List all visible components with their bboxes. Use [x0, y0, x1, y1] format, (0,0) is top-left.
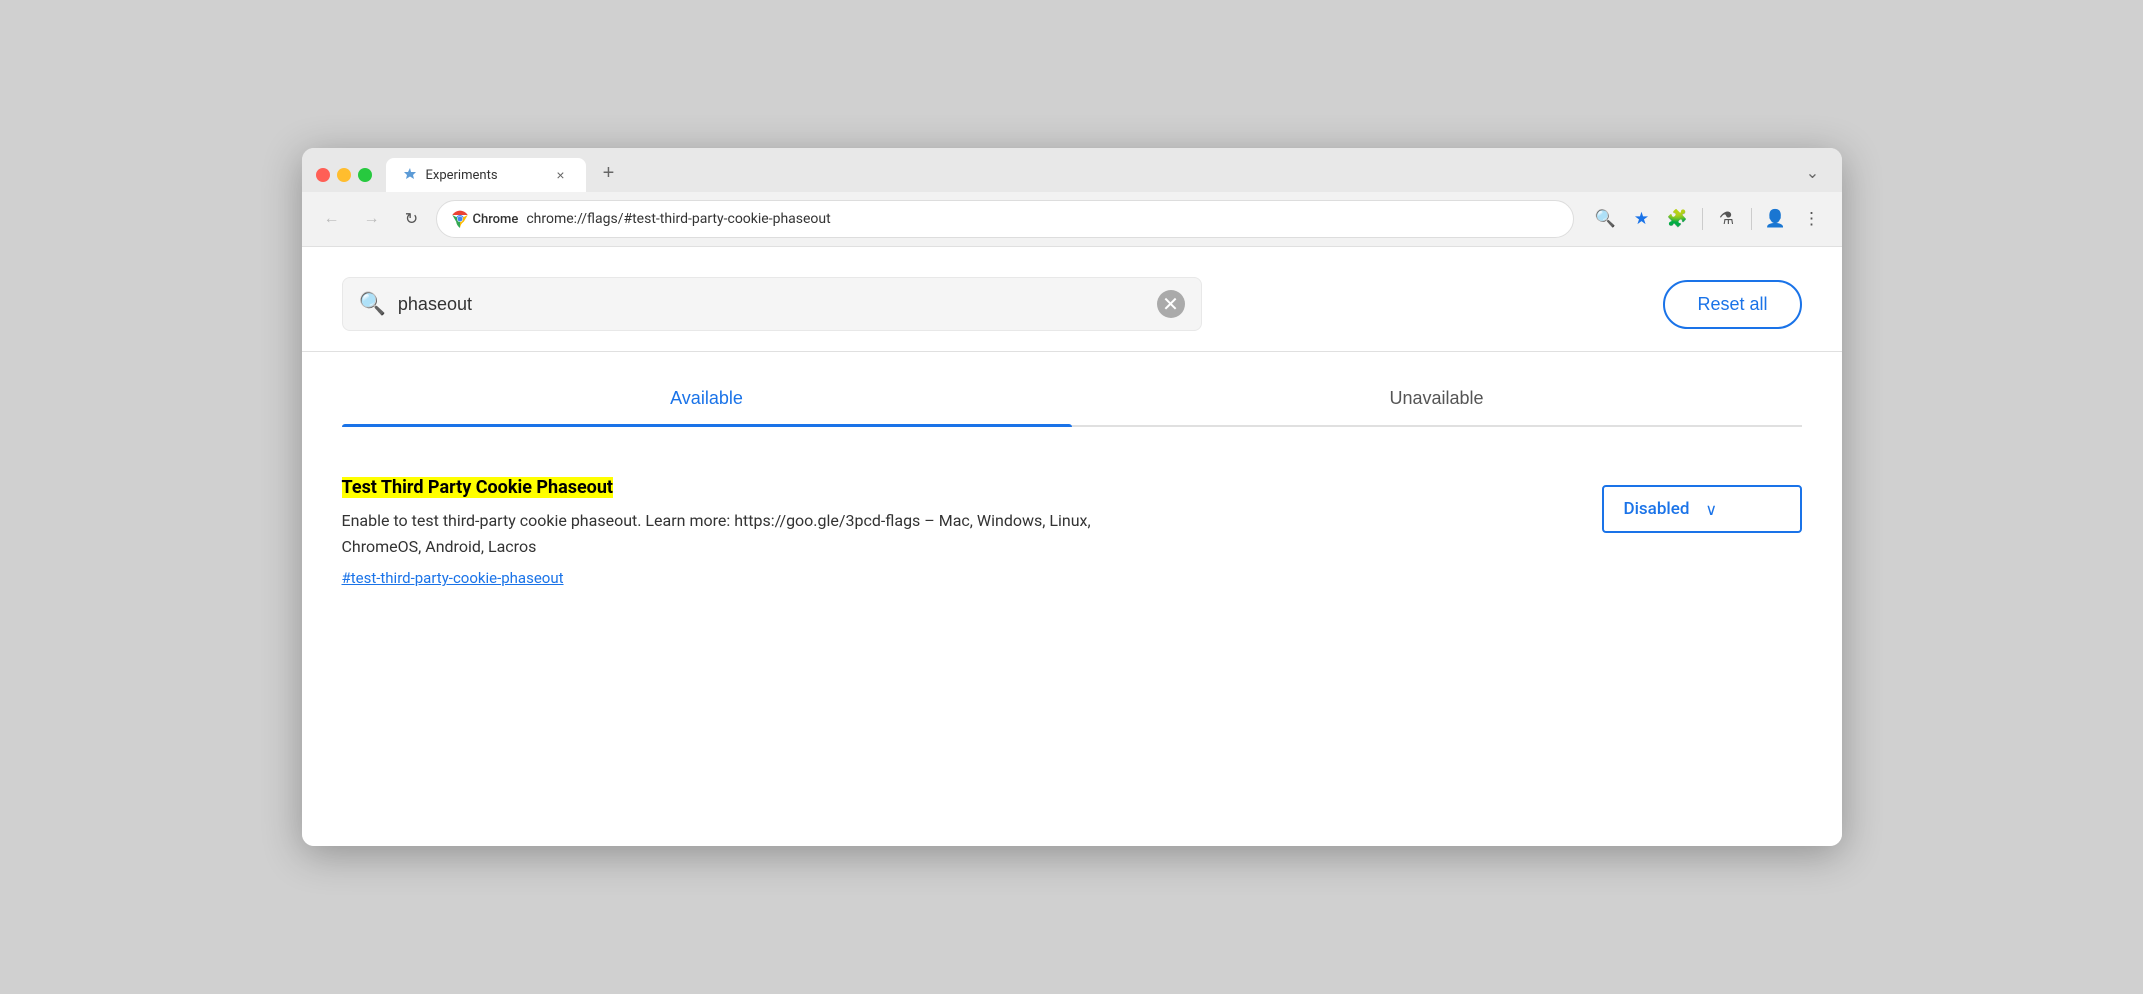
- clear-icon: ✕: [1162, 292, 1179, 317]
- content-area: 🔍 ✕ Reset all Available Unavailable: [302, 246, 1842, 846]
- flag-control: Disabled ∨: [1602, 485, 1802, 533]
- tab-available-label: Available: [670, 388, 743, 408]
- tab-overflow-button[interactable]: ⌄: [1798, 158, 1828, 188]
- refresh-icon: ↻: [405, 209, 418, 229]
- flag-anchor-link[interactable]: #test-third-party-cookie-phaseout: [342, 569, 1572, 587]
- chrome-badge: Chrome: [451, 210, 519, 228]
- tab-close-button[interactable]: ×: [552, 166, 570, 184]
- extensions-button[interactable]: 🧩: [1662, 203, 1694, 235]
- forward-icon: →: [364, 210, 380, 228]
- flag-item: Test Third Party Cookie Phaseout Enable …: [342, 457, 1802, 607]
- reset-all-button[interactable]: Reset all: [1663, 280, 1801, 329]
- maximize-button[interactable]: [358, 168, 372, 182]
- flag-select-dropdown[interactable]: Disabled ∨: [1602, 485, 1802, 533]
- window-controls: [316, 168, 372, 192]
- forward-button[interactable]: →: [356, 203, 388, 235]
- title-bar: Experiments × + ⌄: [302, 148, 1842, 192]
- search-box: 🔍 ✕: [342, 277, 1202, 331]
- tab-available[interactable]: Available: [342, 372, 1072, 425]
- chrome-logo-icon: [451, 210, 469, 228]
- zoom-icon: 🔍: [1595, 209, 1616, 229]
- minimize-button[interactable]: [337, 168, 351, 182]
- flag-info: Test Third Party Cookie Phaseout Enable …: [342, 477, 1572, 587]
- extensions-icon: 🧩: [1667, 209, 1688, 229]
- close-button[interactable]: [316, 168, 330, 182]
- search-icon: 🔍: [359, 292, 386, 317]
- reset-all-label: Reset all: [1697, 294, 1767, 314]
- separator: [1702, 208, 1703, 230]
- profile-button[interactable]: 👤: [1760, 203, 1792, 235]
- lab-icon: ⚗: [1719, 209, 1734, 229]
- star-icon: ★: [1634, 209, 1649, 229]
- tab-title: Experiments: [426, 168, 544, 183]
- tab-favicon-icon: [402, 167, 418, 183]
- profile-icon: 👤: [1765, 209, 1786, 229]
- tab-unavailable[interactable]: Unavailable: [1072, 372, 1802, 425]
- menu-icon: ⋮: [1803, 209, 1820, 229]
- lab-button[interactable]: ⚗: [1711, 203, 1743, 235]
- active-tab[interactable]: Experiments ×: [386, 158, 586, 192]
- bookmark-button[interactable]: ★: [1626, 203, 1658, 235]
- back-icon: ←: [324, 210, 340, 228]
- search-input[interactable]: [398, 294, 1145, 315]
- menu-button[interactable]: ⋮: [1796, 203, 1828, 235]
- flag-description: Enable to test third-party cookie phaseo…: [342, 508, 1122, 559]
- clear-search-button[interactable]: ✕: [1157, 290, 1185, 318]
- back-button[interactable]: ←: [316, 203, 348, 235]
- nav-icons: 🔍 ★ 🧩 ⚗ 👤 ⋮: [1590, 203, 1828, 235]
- zoom-button[interactable]: 🔍: [1590, 203, 1622, 235]
- search-section: 🔍 ✕ Reset all: [342, 277, 1802, 331]
- browser-window: Experiments × + ⌄ ← → ↻: [302, 148, 1842, 846]
- refresh-button[interactable]: ↻: [396, 203, 428, 235]
- nav-bar: ← → ↻ Chrome chrome://flags/#test-third-…: [302, 192, 1842, 246]
- tab-unavailable-label: Unavailable: [1389, 388, 1483, 408]
- new-tab-button[interactable]: +: [594, 158, 624, 188]
- flag-select-value: Disabled: [1624, 499, 1690, 519]
- flag-title: Test Third Party Cookie Phaseout: [342, 477, 1572, 498]
- chrome-label: Chrome: [473, 212, 519, 227]
- address-bar[interactable]: Chrome chrome://flags/#test-third-party-…: [436, 200, 1574, 238]
- chevron-down-icon: ∨: [1705, 500, 1717, 519]
- tabs-section: Available Unavailable: [342, 352, 1802, 427]
- url-text: chrome://flags/#test-third-party-cookie-…: [526, 211, 1558, 227]
- separator-2: [1751, 208, 1752, 230]
